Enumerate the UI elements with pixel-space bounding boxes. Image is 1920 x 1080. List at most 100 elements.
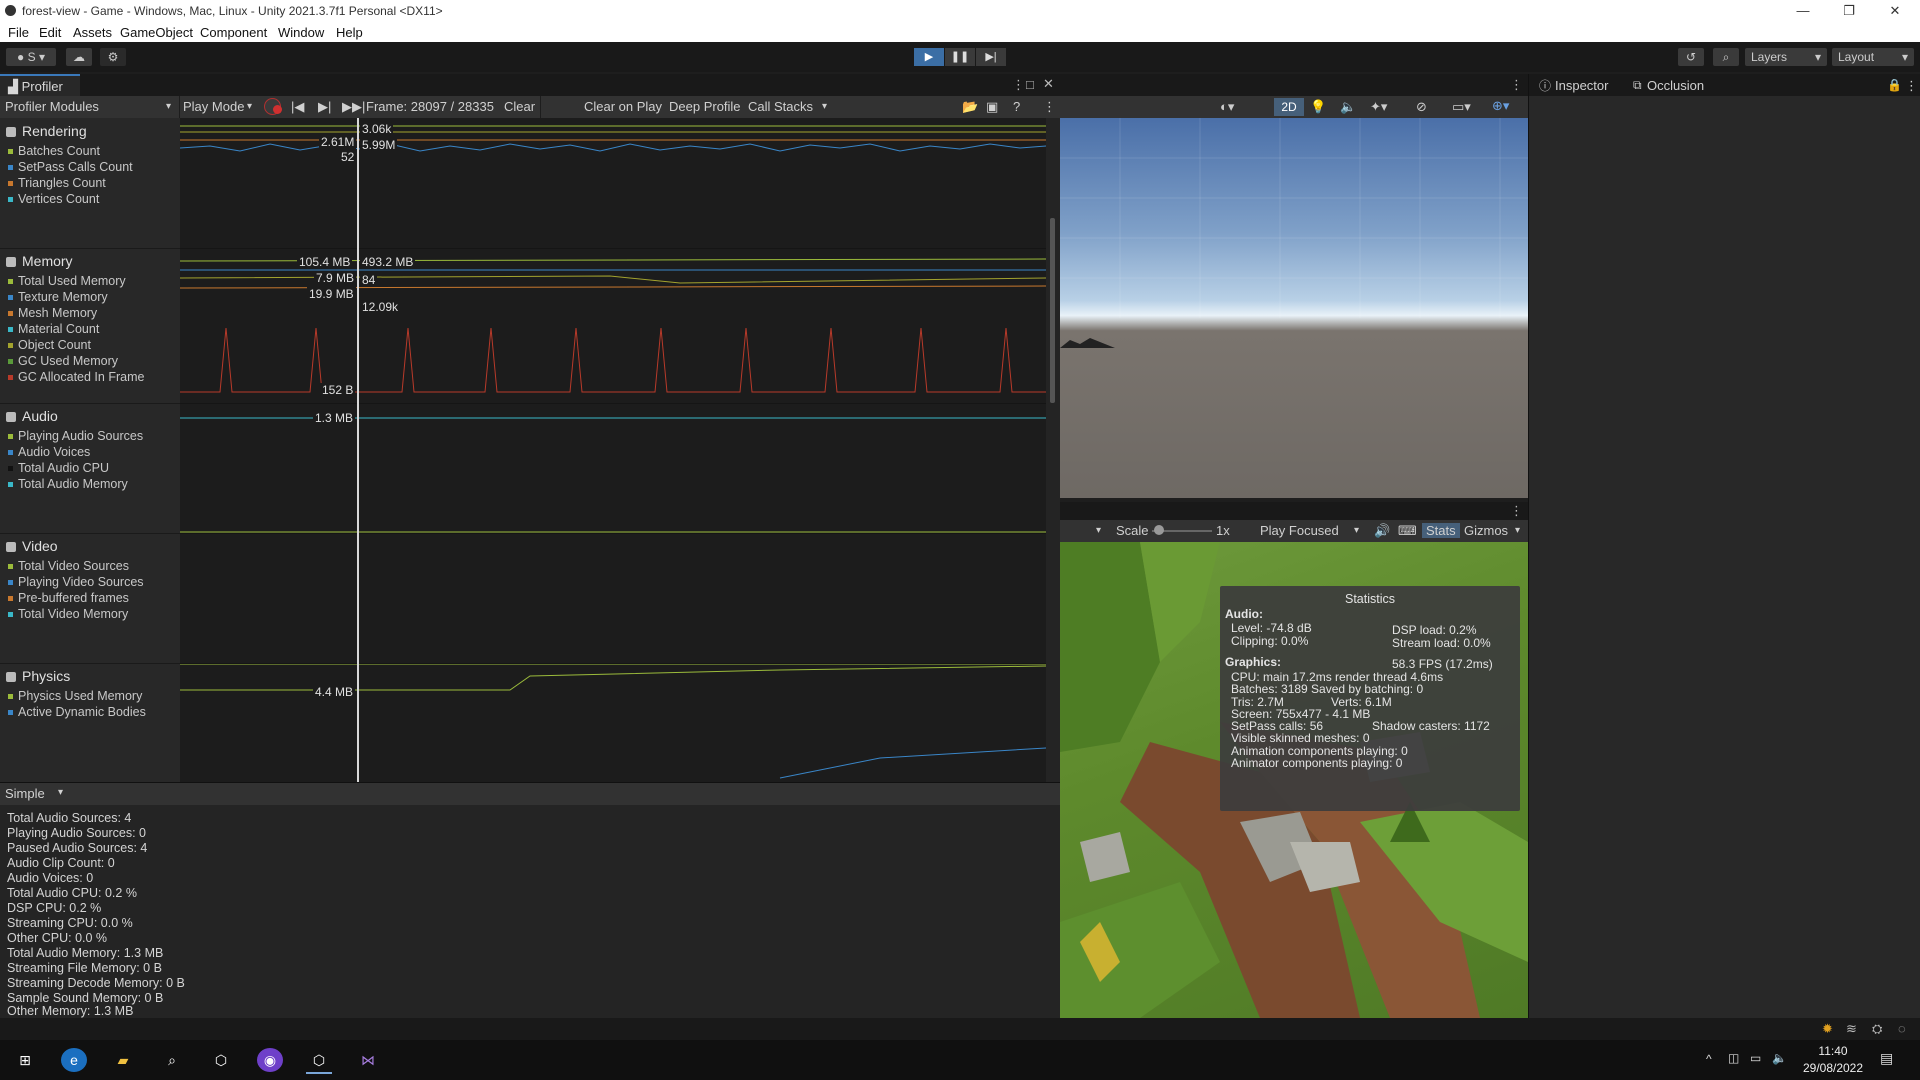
legend-item[interactable]: Audio Voices (8, 445, 90, 459)
module-physics[interactable]: Physics Physics Used Memory Active Dynam… (0, 663, 180, 782)
edge-icon[interactable]: e (61, 1048, 87, 1072)
notifications-icon[interactable]: ▤ (1880, 1050, 1893, 1067)
graph-memory[interactable] (180, 248, 1046, 404)
deep-profile-toggle[interactable]: Deep Profile (669, 99, 741, 114)
play-button[interactable]: ▶ (914, 48, 944, 66)
more-options-icon[interactable]: ⋮ (1905, 78, 1918, 94)
file-explorer-icon[interactable]: ▰ (110, 1048, 136, 1072)
lighting-icon[interactable]: 💡 (1310, 99, 1326, 115)
tab-occlusion[interactable]: Occlusion (1647, 78, 1704, 93)
visibility-icon[interactable]: ⊘ (1416, 99, 1427, 115)
legend-item[interactable]: Physics Used Memory (8, 689, 142, 703)
mute-audio-icon[interactable]: 🔊 (1374, 523, 1390, 539)
play-focused-dropdown[interactable]: Play Focused (1260, 523, 1339, 538)
stats-toggle[interactable]: Stats (1422, 523, 1460, 538)
legend-item[interactable]: Playing Audio Sources (8, 429, 143, 443)
graph-rendering[interactable] (180, 118, 1046, 249)
menu-window[interactable]: Window (278, 25, 324, 40)
gizmos-dropdown[interactable]: Gizmos (1464, 523, 1508, 538)
legend-item[interactable]: Batches Count (8, 144, 100, 158)
minimize-button[interactable]: — (1780, 0, 1826, 22)
unity-hub-icon[interactable]: ⬡ (208, 1048, 234, 1072)
step-button[interactable]: ▶| (976, 48, 1006, 66)
tab-inspector[interactable]: Inspector (1555, 78, 1608, 93)
more-options-icon[interactable]: ⋮ (1012, 77, 1025, 93)
legend-item[interactable]: Total Audio CPU (8, 461, 109, 475)
collab-icon[interactable]: ⚙ (100, 48, 126, 66)
next-frame-icon[interactable]: ▶| (318, 99, 331, 115)
close-button[interactable]: ✕ (1872, 0, 1918, 22)
legend-item[interactable]: Total Video Memory (8, 607, 128, 621)
legend-item[interactable]: Material Count (8, 322, 99, 336)
debug-icon[interactable]: ⛭ (1872, 1021, 1882, 1037)
network-icon[interactable]: ▭ (1750, 1051, 1761, 1065)
legend-item[interactable]: Mesh Memory (8, 306, 97, 320)
module-memory[interactable]: Memory Total Used Memory Texture Memory … (0, 248, 180, 404)
legend-item[interactable]: Triangles Count (8, 176, 106, 190)
menu-gameobject[interactable]: GameObject (120, 25, 193, 40)
chevron-down-icon[interactable]: ▾ (1096, 525, 1101, 536)
graph-video[interactable] (180, 533, 1046, 664)
details-mode-dropdown[interactable]: Simple (5, 786, 45, 801)
account-dropdown[interactable]: ● S ▾ (6, 48, 56, 66)
legend-item[interactable]: Object Count (8, 338, 91, 352)
menu-assets[interactable]: Assets (73, 25, 112, 40)
load-icon[interactable]: 📂 (962, 99, 978, 115)
2d-toggle[interactable]: 2D (1274, 98, 1304, 116)
scrollbar-thumb[interactable] (1050, 218, 1055, 403)
effects-icon[interactable]: ✦▾ (1370, 99, 1387, 115)
tray-app-icon[interactable]: ◫ (1728, 1051, 1739, 1065)
close-icon[interactable]: ✕ (1043, 76, 1054, 92)
clear-button[interactable]: Clear (504, 99, 535, 114)
lock-icon[interactable]: 🔒 (1887, 78, 1902, 92)
camera-icon[interactable]: ▭▾ (1452, 99, 1471, 115)
windows-start-icon[interactable]: ⊞ (12, 1048, 38, 1072)
scene-viewport[interactable] (1060, 118, 1528, 498)
maximize-icon[interactable]: □ (1026, 77, 1034, 92)
layers-dropdown[interactable]: Layers ▾ (1745, 48, 1827, 66)
search-app-icon[interactable]: ⌕ (159, 1048, 185, 1072)
menu-component[interactable]: Component (200, 25, 267, 40)
more-options-icon[interactable]: ⋮ (1510, 77, 1523, 93)
clock-time[interactable]: 11:40 (1803, 1044, 1863, 1058)
legend-item[interactable]: Vertices Count (8, 192, 99, 206)
pause-button[interactable]: ❚❚ (945, 48, 975, 66)
graph-audio[interactable] (180, 403, 1046, 534)
volume-icon[interactable]: 🔈 (1772, 1051, 1787, 1065)
record-button[interactable] (264, 98, 282, 115)
cache-icon[interactable]: ≋ (1846, 1021, 1857, 1037)
search-icon[interactable]: ⌕ (1713, 48, 1739, 66)
legend-item[interactable]: Total Audio Memory (8, 477, 128, 491)
legend-item[interactable]: GC Allocated In Frame (8, 370, 144, 384)
more-options-icon[interactable]: ⋮ (1510, 503, 1523, 519)
module-audio[interactable]: Audio Playing Audio Sources Audio Voices… (0, 403, 180, 534)
last-frame-icon[interactable]: ▶▶| (342, 99, 365, 115)
save-icon[interactable]: ▣ (986, 99, 998, 115)
legend-item[interactable]: Total Used Memory (8, 274, 126, 288)
legend-item[interactable]: Texture Memory (8, 290, 108, 304)
legend-item[interactable]: SetPass Calls Count (8, 160, 133, 174)
module-rendering[interactable]: Rendering Batches Count SetPass Calls Co… (0, 118, 180, 249)
call-stacks-toggle[interactable]: Call Stacks (748, 99, 813, 114)
legend-item[interactable]: Playing Video Sources (8, 575, 144, 589)
clock-date[interactable]: 29/08/2022 (1798, 1061, 1868, 1075)
graphs-scrollbar[interactable] (1046, 118, 1060, 782)
gizmos-icon[interactable]: ⊕▾ (1492, 98, 1509, 114)
github-desktop-icon[interactable]: ◉ (257, 1048, 283, 1072)
scale-slider-handle[interactable] (1154, 525, 1164, 535)
legend-item[interactable]: Active Dynamic Bodies (8, 705, 146, 719)
shortcuts-icon[interactable]: ⌨ (1398, 523, 1417, 539)
layout-dropdown[interactable]: Layout ▾ (1832, 48, 1914, 66)
maximize-button[interactable]: ❐ (1826, 0, 1872, 22)
more-options-icon[interactable]: ⋮ (1043, 99, 1056, 115)
module-video[interactable]: Video Total Video Sources Playing Video … (0, 533, 180, 664)
collab-status-icon[interactable]: ◌ (1898, 1021, 1906, 1036)
legend-item[interactable]: Total Video Sources (8, 559, 129, 573)
legend-item[interactable]: Pre-buffered frames (8, 591, 129, 605)
profiler-graphs[interactable]: 3.06k 2.61M 5.99M 52 105.4 MB 493.2 MB 7… (180, 118, 1046, 782)
menu-edit[interactable]: Edit (39, 25, 61, 40)
menu-file[interactable]: File (8, 25, 29, 40)
profiler-modules-dropdown[interactable]: Profiler Modules (5, 99, 99, 114)
clear-on-play-toggle[interactable]: Clear on Play (584, 99, 662, 114)
help-icon[interactable]: ? (1013, 99, 1020, 114)
